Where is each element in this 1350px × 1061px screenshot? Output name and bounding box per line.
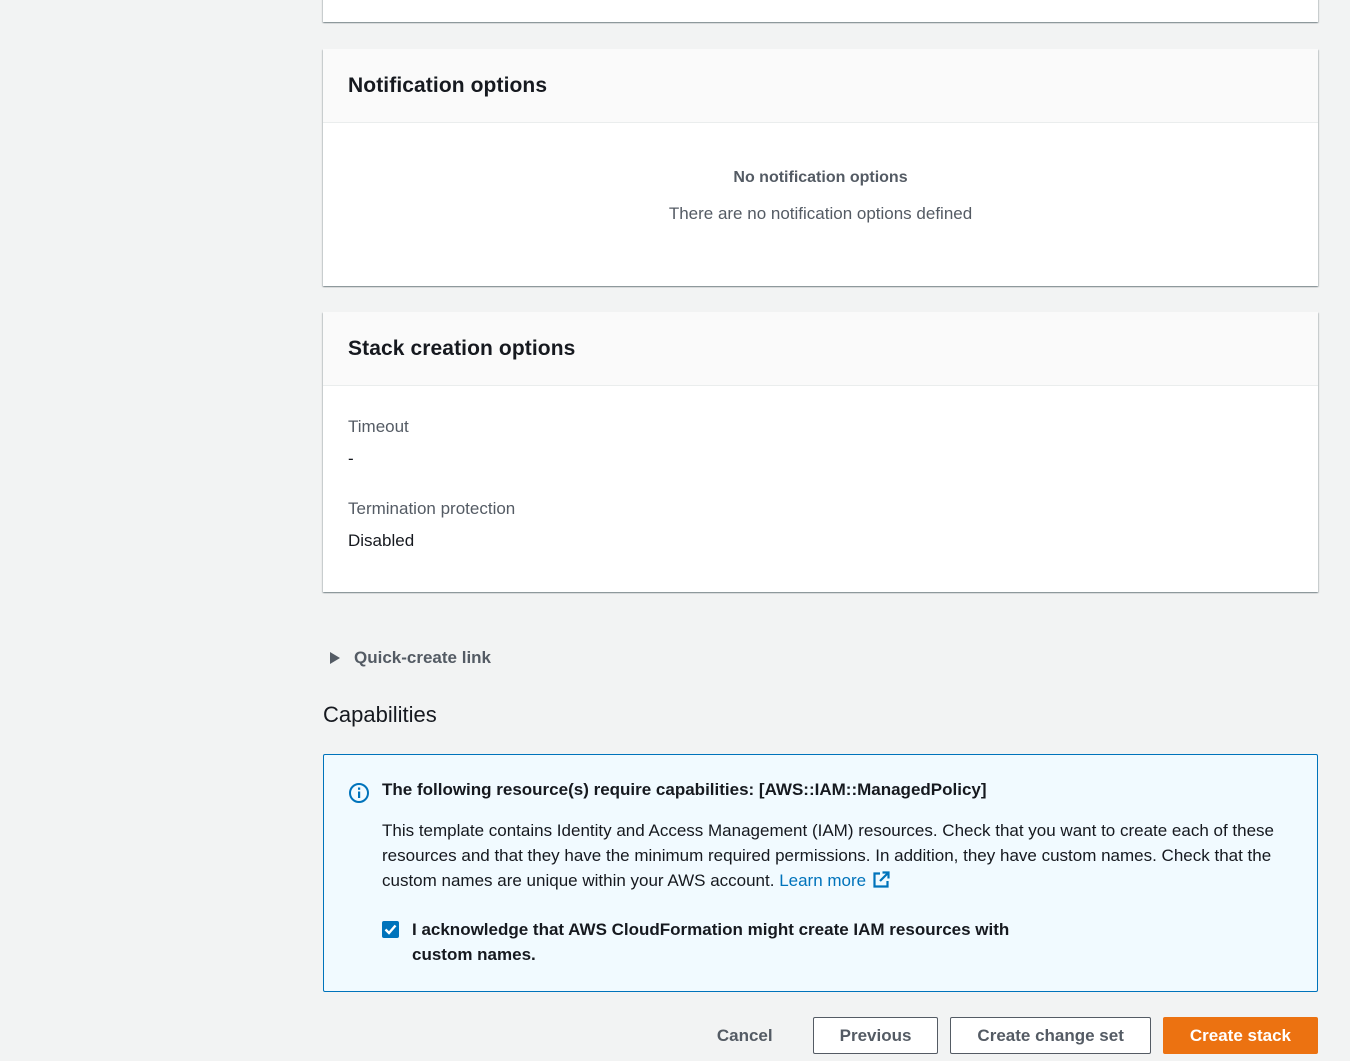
external-link-icon xyxy=(873,871,890,888)
panel-title: Stack creation options xyxy=(348,336,576,360)
previous-button[interactable]: Previous xyxy=(812,1017,939,1054)
panel-header: Notification options xyxy=(323,49,1318,123)
create-change-set-button[interactable]: Create change set xyxy=(950,1017,1151,1054)
key-value-list: Timeout - Termination protection Disable… xyxy=(323,386,1318,551)
caret-right-icon xyxy=(330,652,340,664)
empty-state-title: No notification options xyxy=(733,169,908,186)
timeout-value: - xyxy=(348,449,354,468)
previous-panel-bottom xyxy=(323,0,1318,22)
stack-creation-options-panel: Stack creation options Timeout - Termina… xyxy=(323,312,1318,592)
empty-state-description: There are no notification options define… xyxy=(668,204,973,223)
capabilities-info-alert: The following resource(s) require capabi… xyxy=(323,754,1318,992)
termination-protection-value: Disabled xyxy=(348,531,415,550)
quick-create-link-label: Quick-create link xyxy=(354,648,492,667)
panel-title: Notification options xyxy=(348,73,548,97)
info-icon xyxy=(349,783,369,803)
acknowledge-row: I acknowledge that AWS CloudFormation mi… xyxy=(382,917,1052,967)
timeout-field: Timeout - xyxy=(348,417,1293,469)
learn-more-label: Learn more xyxy=(779,871,867,890)
cancel-button[interactable]: Cancel xyxy=(690,1017,800,1054)
timeout-label: Timeout xyxy=(348,417,409,436)
acknowledge-checkbox[interactable] xyxy=(382,921,399,938)
quick-create-link-expander[interactable]: Quick-create link xyxy=(330,648,491,668)
notification-options-panel: Notification options No notification opt… xyxy=(323,49,1318,286)
checkmark-icon xyxy=(384,924,397,935)
capabilities-heading: Capabilities xyxy=(323,702,437,727)
alert-body: This template contains Identity and Acce… xyxy=(382,818,1282,893)
termination-protection-field: Termination protection Disabled xyxy=(348,499,1293,551)
alert-title: The following resource(s) require capabi… xyxy=(382,780,987,799)
acknowledge-label[interactable]: I acknowledge that AWS CloudFormation mi… xyxy=(412,917,1052,967)
learn-more-link[interactable]: Learn more xyxy=(779,871,890,890)
termination-protection-label: Termination protection xyxy=(348,499,516,518)
wizard-actions: Cancel Previous Create change set Create… xyxy=(690,1017,1318,1054)
empty-state: No notification options There are no not… xyxy=(323,123,1318,224)
panel-header: Stack creation options xyxy=(323,312,1318,386)
review-page: Notification options No notification opt… xyxy=(0,0,1350,1061)
create-stack-button[interactable]: Create stack xyxy=(1162,1017,1318,1054)
